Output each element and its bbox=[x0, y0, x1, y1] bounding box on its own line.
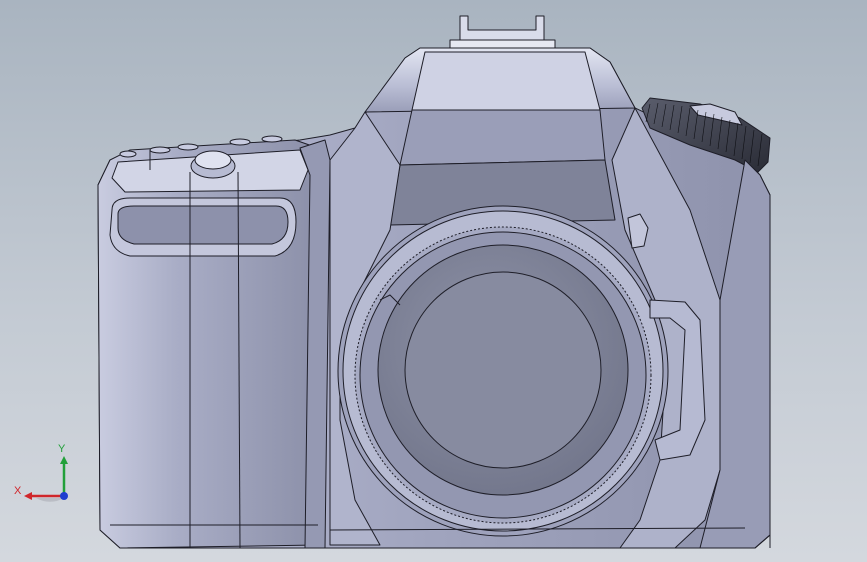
lens-mount bbox=[337, 205, 669, 537]
grip-recess bbox=[109, 197, 297, 257]
coordinate-triad: Y X bbox=[14, 443, 68, 502]
graphics-viewport[interactable]: Y X bbox=[0, 0, 867, 562]
y-axis-arrow bbox=[60, 456, 68, 464]
camera-model[interactable] bbox=[0, 0, 867, 562]
hot-shoe bbox=[449, 15, 556, 49]
y-axis-label: Y bbox=[58, 443, 66, 455]
x-axis-label: X bbox=[14, 485, 22, 497]
z-axis-dot bbox=[60, 492, 68, 500]
shutter-button[interactable] bbox=[190, 150, 236, 179]
x-axis-arrow bbox=[24, 492, 32, 500]
